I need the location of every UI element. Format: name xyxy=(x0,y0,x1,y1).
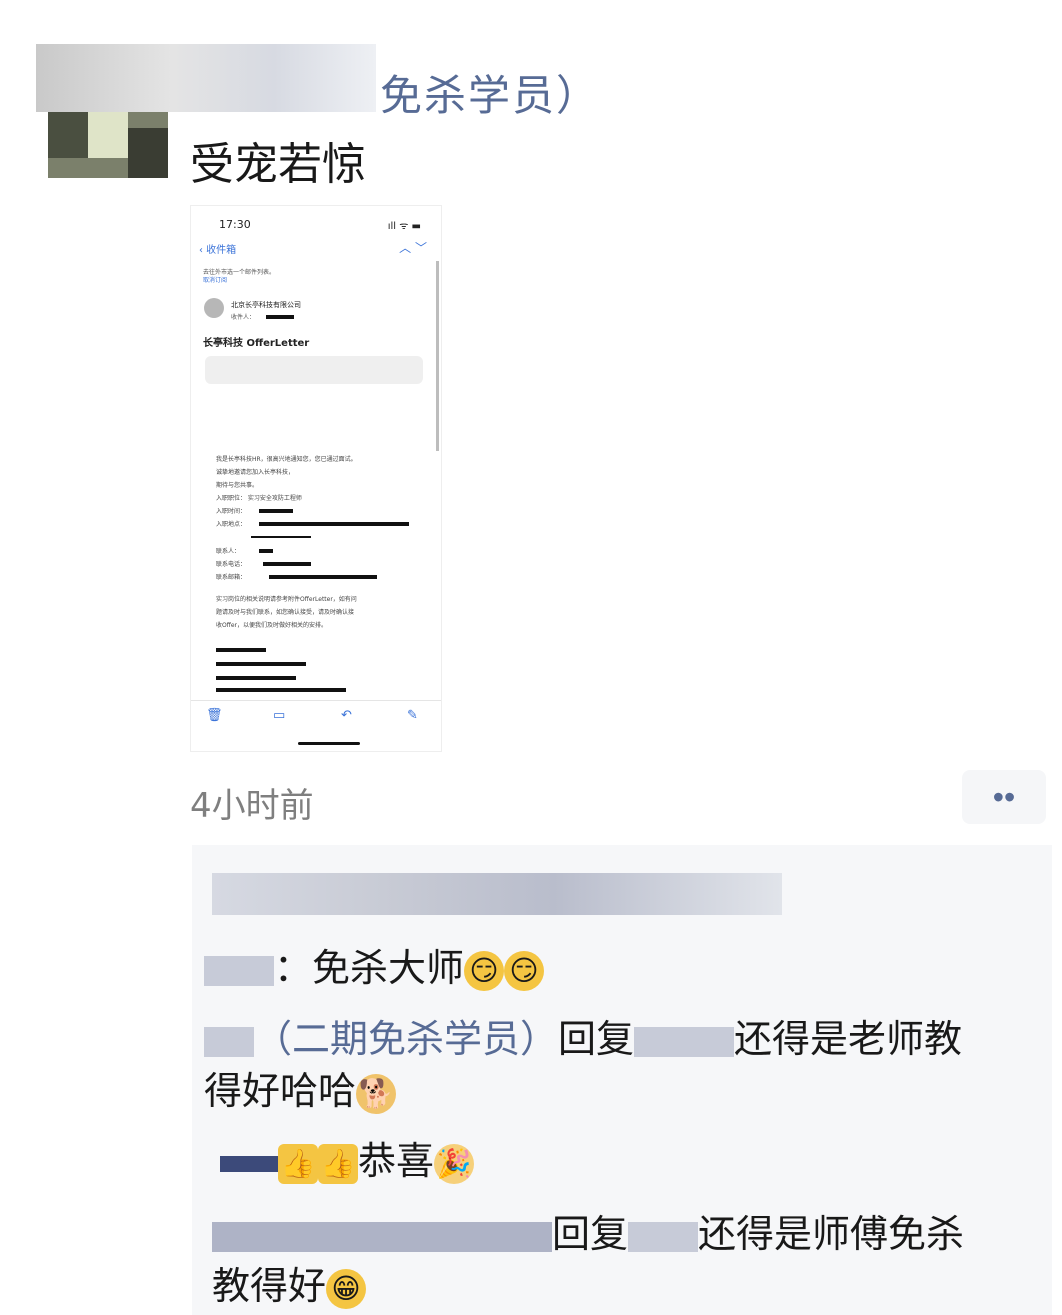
doge-emoji-icon: 🐕 xyxy=(356,1073,397,1114)
mail-body-line: 收Offer，以便我们及时做好相关的安排。 xyxy=(216,622,328,629)
status-time: 17:30 xyxy=(219,218,251,231)
commenter-blurred xyxy=(220,1155,278,1172)
redaction xyxy=(263,562,311,566)
reply-target-blurred xyxy=(634,1026,735,1057)
post-timestamp: 4小时前 xyxy=(190,786,314,826)
mail-body-line: 入职地点： xyxy=(216,521,247,528)
sender-name: 北京长亭科技有限公司 xyxy=(231,301,301,309)
grin-emoji-icon: 😁 xyxy=(326,1268,367,1309)
mail-body-line: 我是长亭科技HR，很高兴地通知您，您已通过面试。 xyxy=(216,456,357,463)
back-link: ‹ 收件箱 xyxy=(199,245,237,256)
comment-item[interactable]: （二期免杀学员）回复 还得是老师教得好哈哈🐕 xyxy=(204,1013,1034,1117)
mail-body-line: 联系人： xyxy=(216,548,241,555)
mail-subject: 长亭科技 OfferLetter xyxy=(203,338,310,349)
mail-body-line: 联系邮箱： xyxy=(216,574,247,581)
thumbs-up-icon: 👍 xyxy=(318,1143,358,1184)
commenter-name[interactable]: （二期免杀学员） xyxy=(254,1017,558,1061)
commenter-blurred xyxy=(204,955,274,986)
post-username[interactable]: 免杀学员） xyxy=(380,62,600,123)
username-blurred xyxy=(36,44,376,112)
redaction xyxy=(216,662,306,666)
redaction xyxy=(259,509,293,513)
home-indicator xyxy=(298,742,360,745)
comment-text: ：免杀大师 xyxy=(274,946,465,990)
mail-body-line: 入职时间： xyxy=(216,508,247,515)
mail-attachment-box xyxy=(205,356,423,384)
scrollbar xyxy=(436,261,439,451)
mail-body-line: 期待与您共事。 xyxy=(216,482,259,489)
comment-text: 还得是老师教 xyxy=(734,1017,963,1061)
redaction xyxy=(259,522,409,526)
comment-text: 得好哈哈 xyxy=(204,1069,357,1113)
redaction xyxy=(259,549,273,553)
status-icons: ıll ᯤ ▬ xyxy=(387,221,421,232)
toolbar-divider xyxy=(191,700,441,701)
smirk-emoji-icon: 😏 xyxy=(464,950,505,991)
commenter-blurred xyxy=(212,1221,552,1252)
reply-icon: ↶ xyxy=(341,708,352,723)
nav-arrows-icon: ︿ ﹀ xyxy=(399,241,427,255)
comment-item[interactable]: 👍 👍恭喜🎉 xyxy=(220,1135,475,1187)
compose-icon: ✎ xyxy=(407,708,418,723)
post-image[interactable]: 17:30 ıll ᯤ ▬ ‹ 收件箱 ︿ ﹀ 去往外市选一个邮件列表。 取消订… xyxy=(190,205,442,752)
smirk-emoji-icon: 😏 xyxy=(504,950,545,991)
trash-icon: 🗑 xyxy=(206,708,223,723)
folder-icon: ▭ xyxy=(273,708,286,723)
post-text: 受宠若惊 xyxy=(190,139,366,190)
more-button[interactable]: •• xyxy=(962,770,1046,824)
mail-notice: 去往外市选一个邮件列表。 取消订阅 xyxy=(203,269,276,284)
redaction xyxy=(251,536,311,538)
redaction xyxy=(269,575,377,579)
mail-body-line: 题请及时与我们联系，如您确认接受，请及时确认接 xyxy=(216,609,355,616)
commenter-blurred xyxy=(204,1026,254,1057)
comment-item[interactable]: 回复 还得是师傅免杀教得好 😁 xyxy=(212,1208,1042,1312)
mail-body-line: 诚挚地邀请您加入长亭科技， xyxy=(216,469,295,476)
likes-list-blurred xyxy=(212,873,782,915)
comment-text: 教得好 xyxy=(212,1264,327,1308)
redaction xyxy=(216,648,266,652)
redaction xyxy=(216,688,346,692)
reply-target-blurred xyxy=(628,1221,699,1252)
thumbs-up-icon: 👍 xyxy=(278,1143,318,1184)
party-popper-icon: 🎉 xyxy=(434,1143,475,1184)
reply-label: 回复 xyxy=(552,1212,629,1256)
recipient-label: 收件人： xyxy=(231,314,256,321)
reply-label: 回复 xyxy=(558,1017,635,1061)
mail-body-line: 联系电话： xyxy=(216,561,247,568)
mail-body-line: 实习岗位的相关说明请参考附件OfferLetter，如有问 xyxy=(216,596,357,603)
sender-avatar xyxy=(204,298,224,318)
mail-body-line: 入职职位： 实习安全攻防工程师 xyxy=(216,495,302,502)
redaction xyxy=(266,315,294,319)
comment-text: 恭喜 xyxy=(358,1139,435,1183)
comment-text: 还得是师傅免杀 xyxy=(698,1212,965,1256)
comment-item[interactable]: ：免杀大师 😏 😏 xyxy=(204,942,545,994)
redaction xyxy=(216,676,296,680)
comment-section: ：免杀大师 😏 😏 （二期免杀学员）回复 还得是老师教 得好哈哈🐕 👍 👍恭喜🎉 回复 还得… xyxy=(192,845,1052,1315)
